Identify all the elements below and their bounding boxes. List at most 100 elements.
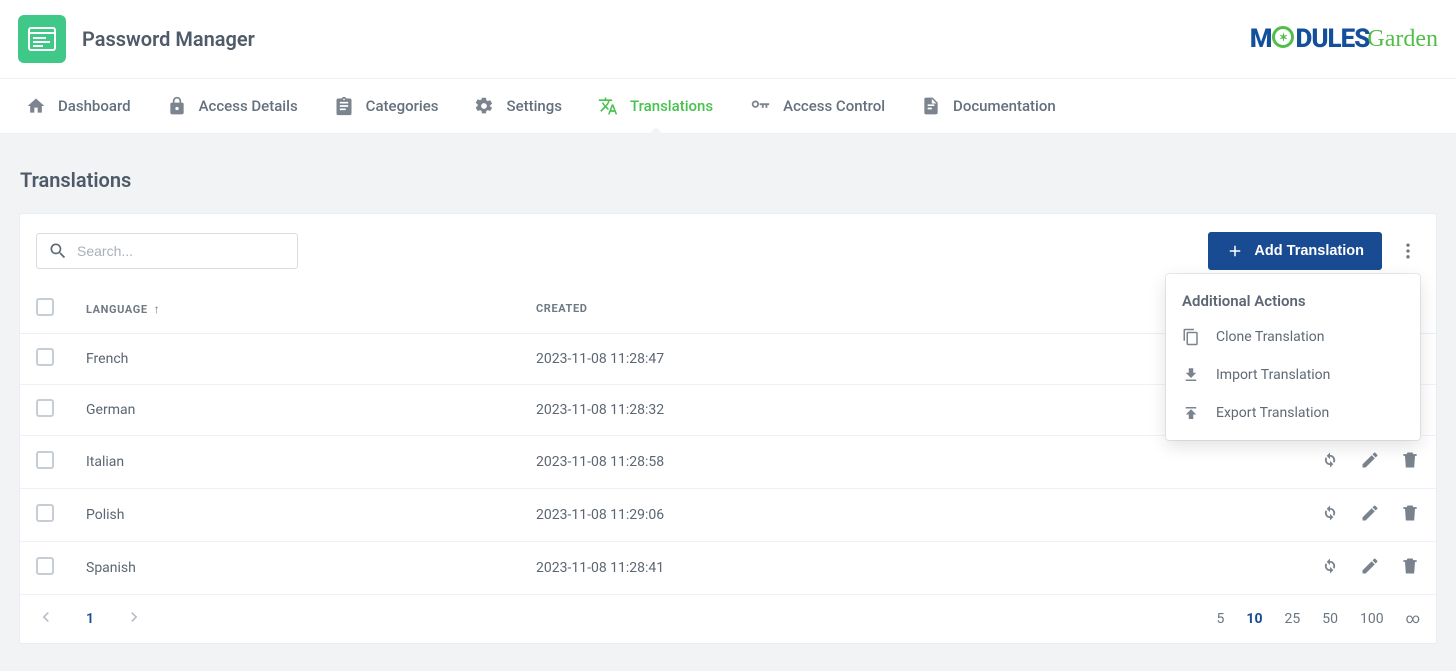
col-header-created[interactable]: Created [520, 284, 1266, 334]
nav-categories[interactable]: Categories [318, 78, 455, 134]
main-nav: Dashboard Access Details Categories Sett… [0, 78, 1456, 134]
row-delete-button[interactable] [1400, 450, 1420, 474]
document-icon [921, 96, 941, 116]
table-row: Spanish 2023-11-08 11:28:41 [20, 542, 1436, 595]
cell-language: Polish [70, 489, 520, 542]
nav-label: Translations [630, 97, 713, 115]
nav-label: Access Control [783, 97, 885, 115]
page-size-option[interactable]: 25 [1284, 611, 1300, 627]
pager-next[interactable] [124, 607, 144, 631]
page-title: Translations [20, 168, 1436, 192]
nav-settings[interactable]: Settings [458, 78, 578, 134]
nav-label: Dashboard [58, 97, 131, 115]
app-title: Password Manager [82, 27, 255, 51]
pager-prev[interactable] [36, 607, 56, 631]
page-size-option[interactable]: 50 [1322, 611, 1338, 627]
nav-label: Categories [366, 97, 439, 115]
row-checkbox[interactable] [36, 348, 54, 366]
table-row: Italian 2023-11-08 11:28:58 [20, 436, 1436, 489]
dropdown-title: Additional Actions [1166, 280, 1420, 318]
cell-language: Spanish [70, 542, 520, 595]
delete-icon [1400, 450, 1420, 470]
row-checkbox[interactable] [36, 557, 54, 575]
add-translation-button[interactable]: Add Translation [1208, 232, 1382, 270]
topbar-left: Password Manager [18, 15, 255, 63]
row-sync-button[interactable] [1320, 503, 1340, 527]
row-edit-button[interactable] [1360, 556, 1380, 580]
plus-icon [1226, 242, 1244, 260]
upload-icon [1182, 404, 1200, 422]
cell-created: 2023-11-08 11:28:58 [520, 436, 1266, 489]
topbar: Password Manager M ✶ DULES Garden [0, 0, 1456, 78]
nav-translations[interactable]: Translations [582, 78, 729, 134]
menu-import-translation[interactable]: Import Translation [1166, 356, 1420, 394]
row-checkbox[interactable] [36, 504, 54, 522]
menu-label: Clone Translation [1216, 329, 1324, 345]
nav-access-details[interactable]: Access Details [151, 78, 314, 134]
page: Translations Add Translation Additional … [0, 134, 1456, 663]
row-checkbox[interactable] [36, 399, 54, 417]
page-size-option[interactable]: 5 [1217, 611, 1225, 627]
edit-icon [1360, 450, 1380, 470]
home-icon [26, 96, 46, 116]
page-sizes: 5 10 25 50 100 ∞ [1217, 611, 1420, 627]
cell-created: 2023-11-08 11:28:47 [520, 334, 1266, 385]
sync-icon [1320, 450, 1340, 470]
cell-created: 2023-11-08 11:28:32 [520, 385, 1266, 436]
nav-access-control[interactable]: Access Control [733, 78, 901, 134]
row-checkbox[interactable] [36, 451, 54, 469]
edit-icon [1360, 556, 1380, 576]
button-label: Add Translation [1254, 243, 1364, 259]
nav-label: Settings [506, 97, 562, 115]
more-actions-button[interactable] [1396, 232, 1420, 270]
row-delete-button[interactable] [1400, 556, 1420, 580]
menu-label: Export Translation [1216, 405, 1329, 421]
nav-label: Documentation [953, 97, 1056, 115]
toolbar-right: Add Translation [1208, 232, 1420, 270]
gear-icon [474, 96, 494, 116]
translations-card: Add Translation Additional Actions Clone… [20, 214, 1436, 643]
download-icon [1182, 366, 1200, 384]
nav-dashboard[interactable]: Dashboard [10, 78, 147, 134]
copy-icon [1182, 328, 1200, 346]
chevron-right-icon [124, 607, 144, 627]
search-input[interactable] [36, 233, 298, 269]
sync-icon [1320, 503, 1340, 523]
row-sync-button[interactable] [1320, 556, 1340, 580]
row-sync-button[interactable] [1320, 450, 1340, 474]
nav-documentation[interactable]: Documentation [905, 78, 1072, 134]
cell-language: German [70, 385, 520, 436]
cell-language: Italian [70, 436, 520, 489]
card-toolbar: Add Translation Additional Actions Clone… [20, 214, 1436, 284]
nav-label: Access Details [199, 97, 298, 115]
menu-clone-translation[interactable]: Clone Translation [1166, 318, 1420, 356]
cell-created: 2023-11-08 11:29:06 [520, 489, 1266, 542]
sync-icon [1320, 556, 1340, 576]
edit-icon [1360, 503, 1380, 523]
page-size-option[interactable]: ∞ [1406, 611, 1420, 627]
row-edit-button[interactable] [1360, 450, 1380, 474]
page-size-option[interactable]: 100 [1360, 611, 1384, 627]
delete-icon [1400, 503, 1420, 523]
app-icon [18, 15, 66, 63]
search-wrap [36, 233, 298, 269]
chevron-left-icon [36, 607, 56, 627]
translate-icon [598, 96, 618, 116]
table-row: Polish 2023-11-08 11:29:06 [20, 489, 1436, 542]
cell-language: French [70, 334, 520, 385]
select-all-checkbox[interactable] [36, 298, 54, 316]
brand-logo: M ✶ DULES Garden [1250, 24, 1438, 54]
menu-export-translation[interactable]: Export Translation [1166, 394, 1420, 432]
more-vert-icon [1398, 241, 1418, 261]
page-number[interactable]: 1 [74, 611, 106, 627]
row-edit-button[interactable] [1360, 503, 1380, 527]
card-footer: 1 5 10 25 50 100 ∞ [20, 595, 1436, 643]
col-header-language[interactable]: Language↑ [70, 284, 520, 334]
key-icon [749, 95, 771, 117]
sort-asc-icon: ↑ [154, 302, 161, 316]
page-size-option[interactable]: 10 [1246, 611, 1262, 627]
additional-actions-menu: Additional Actions Clone Translation Imp… [1166, 274, 1420, 440]
row-delete-button[interactable] [1400, 503, 1420, 527]
delete-icon [1400, 556, 1420, 576]
lock-icon [167, 96, 187, 116]
